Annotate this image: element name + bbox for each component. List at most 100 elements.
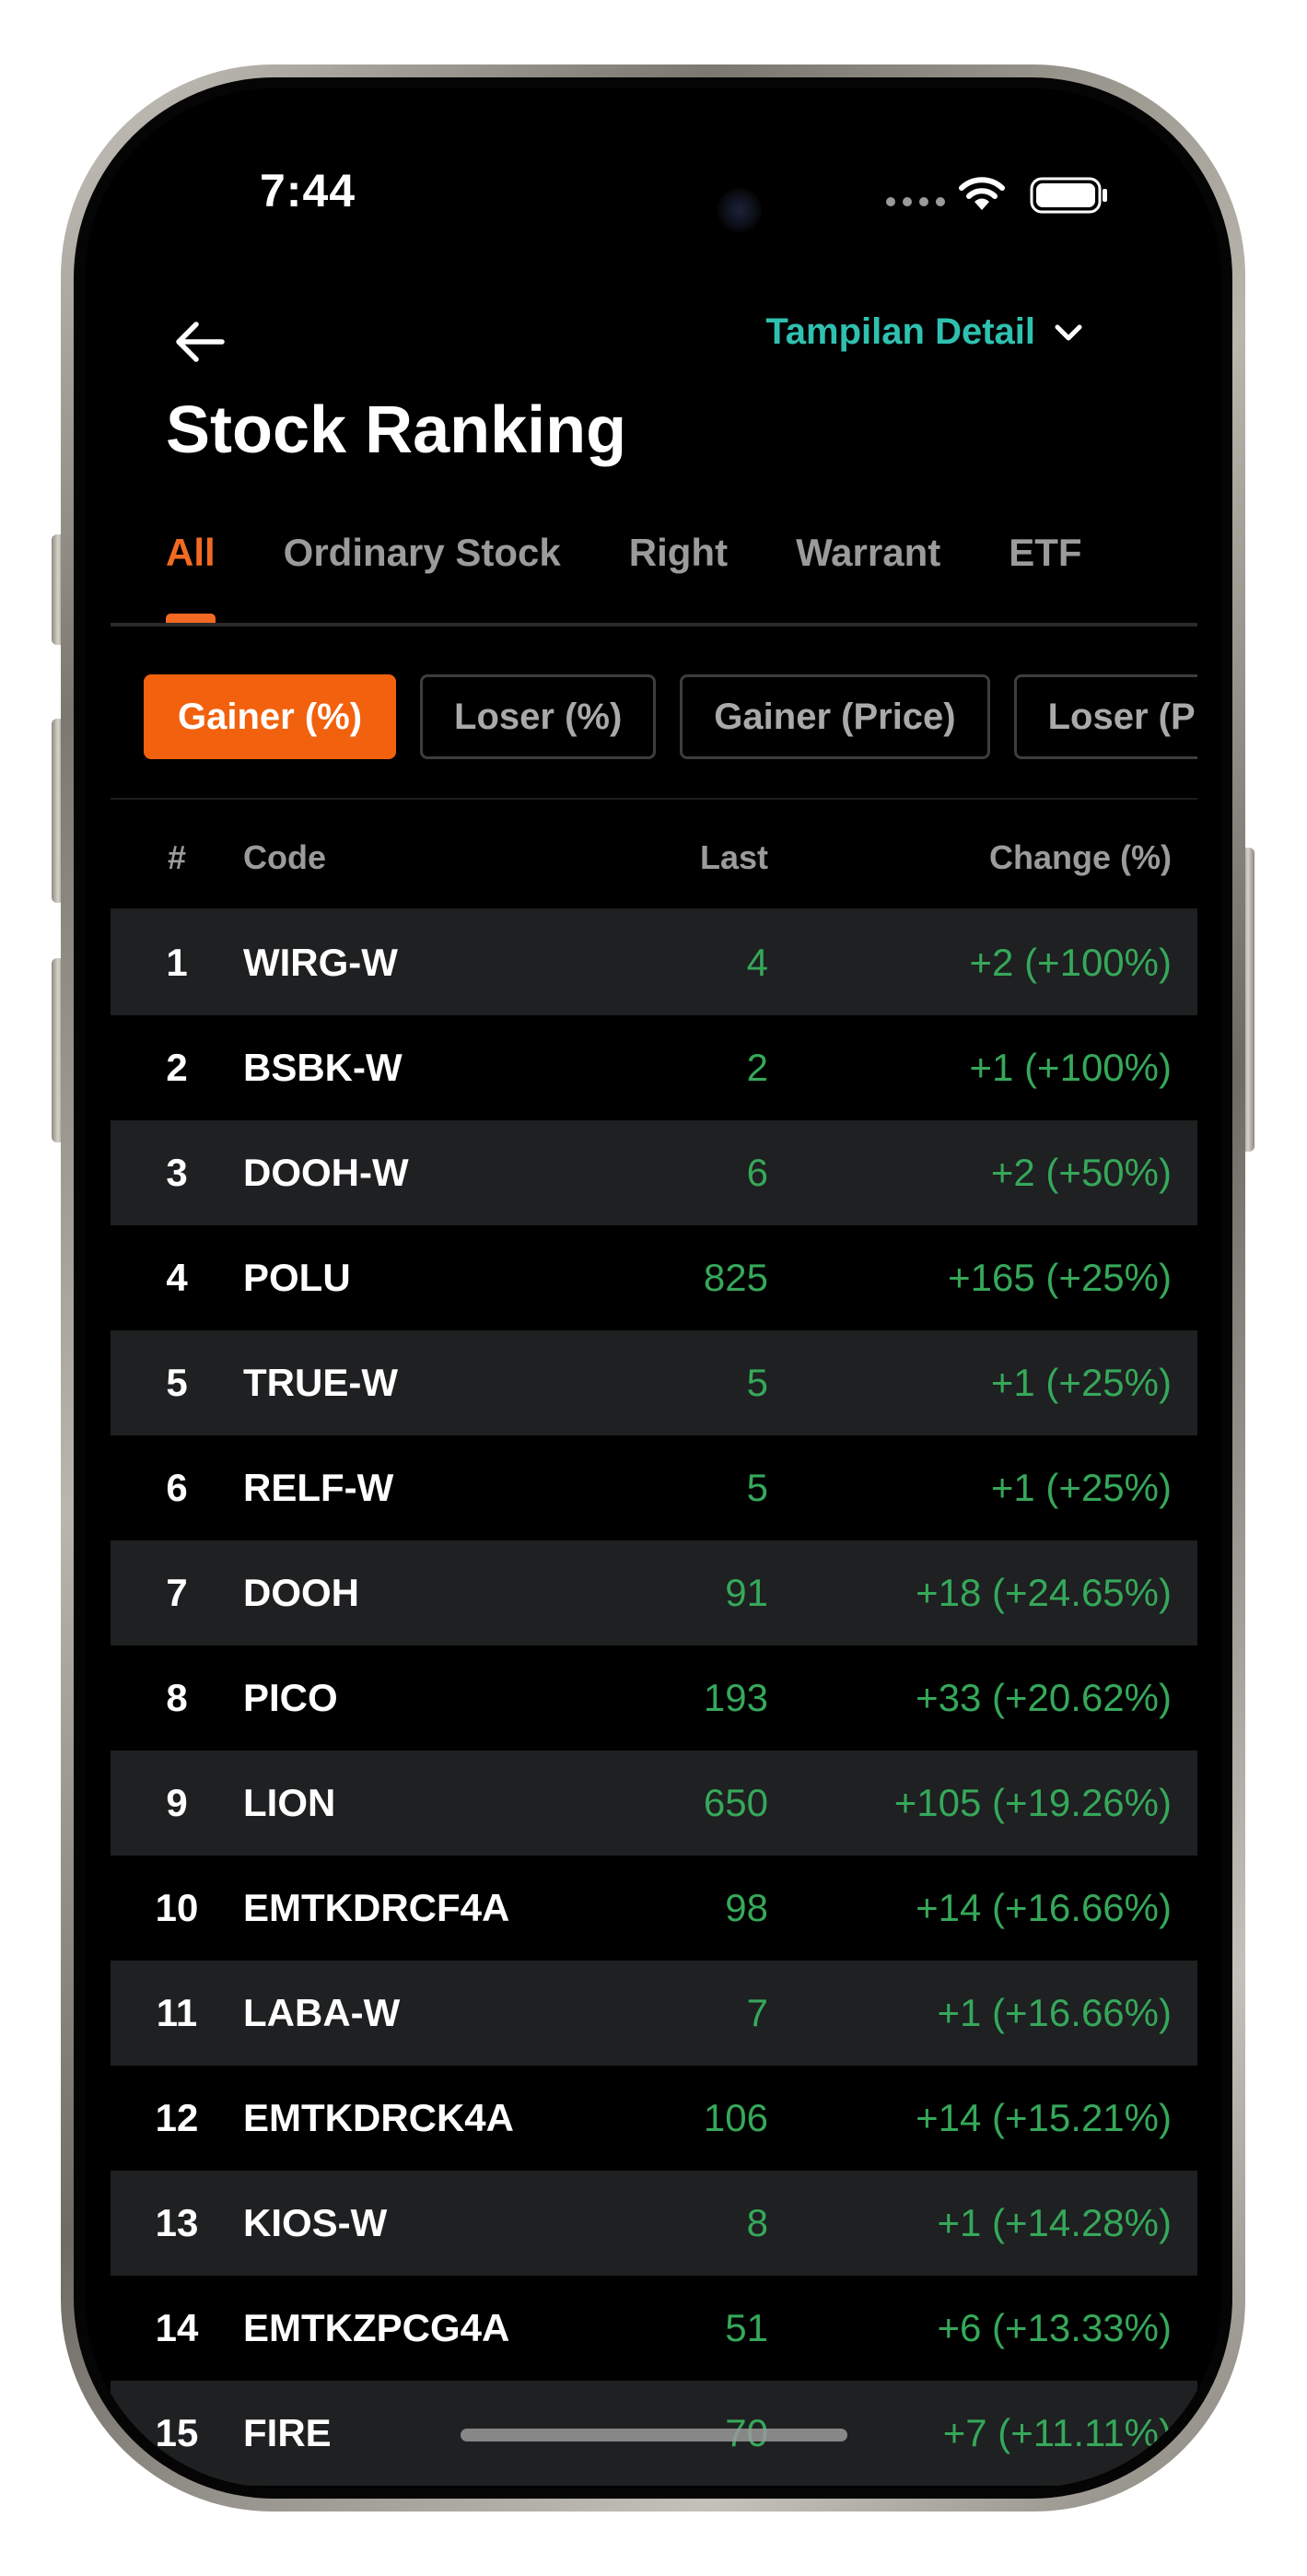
code-cell: LABA-W xyxy=(243,1991,401,2034)
rank-cell: 9 xyxy=(166,1781,188,1824)
tabs-divider xyxy=(111,623,1197,626)
tab-etf[interactable]: ETF xyxy=(1009,531,1081,575)
table-row[interactable]: 3 DOOH-W 6 +2 (+50%) xyxy=(111,1120,1197,1225)
code-cell: DOOH xyxy=(243,1571,359,1614)
rank-cell: 1 xyxy=(166,941,188,984)
change-cell: +2 (+50%) xyxy=(990,1151,1172,1194)
battery-icon xyxy=(1030,177,1107,214)
code-cell: BSBK-W xyxy=(243,1046,403,1089)
change-cell: +165 (+25%) xyxy=(948,1256,1172,1299)
col-last-header[interactable]: Last xyxy=(584,838,768,877)
last-price-cell: 2 xyxy=(746,1046,768,1089)
code-cell: LION xyxy=(243,1781,336,1824)
change-cell: +14 (+16.66%) xyxy=(916,1886,1172,1929)
change-cell: +6 (+13.33%) xyxy=(937,2306,1172,2349)
last-price-cell: 98 xyxy=(725,1886,768,1929)
table-row[interactable]: 8 PICO 193 +33 (+20.62%) xyxy=(111,1645,1197,1751)
ranking-filter-chips: Gainer (%) Loser (%) Gainer (Price) Lose… xyxy=(144,674,1197,759)
filter-loser-percent[interactable]: Loser (%) xyxy=(420,674,657,759)
change-cell: +105 (+19.26%) xyxy=(893,1781,1172,1824)
code-cell: RELF-W xyxy=(243,1466,394,1509)
change-cell: +1 (+25%) xyxy=(990,1361,1172,1404)
arrow-left-icon xyxy=(176,322,225,362)
tab-right[interactable]: Right xyxy=(629,531,728,575)
table-row[interactable]: 10 EMTKDRCF4A 98 +14 (+16.66%) xyxy=(111,1856,1197,1961)
table-row[interactable]: 2 BSBK-W 2 +1 (+100%) xyxy=(111,1015,1197,1120)
table-row[interactable]: 6 RELF-W 5 +1 (+25%) xyxy=(111,1435,1197,1540)
table-row[interactable]: 7 DOOH 91 +18 (+24.65%) xyxy=(111,1540,1197,1645)
status-time: 7:44 xyxy=(260,165,356,217)
ranking-table: # Code Last Change (%) 1 WIRG-W 4 +2 (+100%… xyxy=(111,807,1197,2486)
table-row[interactable]: 1 WIRG-W 4 +2 (+100%) xyxy=(111,910,1197,1015)
view-mode-label: Tampilan Detail xyxy=(765,311,1035,352)
table-row[interactable]: 13 KIOS-W 8 +1 (+14.28%) xyxy=(111,2171,1197,2276)
code-cell: WIRG-W xyxy=(243,941,398,984)
camera-icon xyxy=(718,188,762,232)
code-cell: TRUE-W xyxy=(243,1361,398,1404)
rank-cell: 10 xyxy=(155,1886,199,1929)
change-cell: +18 (+24.65%) xyxy=(916,1571,1172,1614)
rank-cell: 3 xyxy=(166,1151,188,1194)
wifi-icon xyxy=(959,177,1005,210)
change-cell: +14 (+15.21%) xyxy=(916,2096,1172,2139)
tab-ordinary-stock[interactable]: Ordinary Stock xyxy=(284,531,561,575)
last-price-cell: 8 xyxy=(746,2201,768,2244)
filter-loser-price[interactable]: Loser (Price) xyxy=(1013,674,1197,759)
tab-warrant[interactable]: Warrant xyxy=(796,531,940,575)
filter-gainer-price[interactable]: Gainer (Price) xyxy=(680,674,990,759)
filter-gainer-percent[interactable]: Gainer (%) xyxy=(144,674,397,759)
tab-all[interactable]: All xyxy=(166,531,216,623)
table-row[interactable]: 4 POLU 825 +165 (+25%) xyxy=(111,1225,1197,1330)
last-price-cell: 825 xyxy=(703,1256,768,1299)
rank-cell: 11 xyxy=(156,1991,198,2034)
rank-cell: 7 xyxy=(166,1571,188,1614)
table-header: # Code Last Change (%) xyxy=(111,807,1197,910)
table-row[interactable]: 9 LION 650 +105 (+19.26%) xyxy=(111,1751,1197,1856)
last-price-cell: 7 xyxy=(746,1991,768,2034)
code-cell: KIOS-W xyxy=(243,2201,388,2244)
table-row[interactable]: 11 LABA-W 7 +1 (+16.66%) xyxy=(111,1961,1197,2066)
change-cell: +1 (+16.66%) xyxy=(937,1991,1172,2034)
code-cell: PICO xyxy=(243,1676,338,1719)
table-row[interactable]: 5 TRUE-W 5 +1 (+25%) xyxy=(111,1330,1197,1435)
rank-cell: 8 xyxy=(166,1676,188,1719)
code-cell: DOOH-W xyxy=(243,1151,409,1194)
change-cell: +1 (+25%) xyxy=(990,1466,1172,1509)
chips-divider xyxy=(111,798,1197,800)
rank-cell: 5 xyxy=(166,1361,188,1404)
last-price-cell: 650 xyxy=(703,1781,768,1824)
table-row[interactable]: 14 EMTKZPCG4A 51 +6 (+13.33%) xyxy=(111,2276,1197,2381)
col-change-header[interactable]: Change (%) xyxy=(768,838,1172,877)
code-cell: EMTKDRCK4A xyxy=(243,2096,514,2139)
change-cell: +1 (+14.28%) xyxy=(937,2201,1172,2244)
view-mode-dropdown[interactable]: Tampilan Detail xyxy=(765,311,1083,353)
rank-cell: 6 xyxy=(166,1466,188,1509)
page-title: Stock Ranking xyxy=(166,393,627,467)
rank-cell: 2 xyxy=(166,1046,188,1089)
last-price-cell: 6 xyxy=(746,1151,768,1194)
back-button[interactable] xyxy=(158,300,241,383)
col-rank-header: # xyxy=(167,838,187,876)
last-price-cell: 91 xyxy=(725,1571,768,1614)
change-cell: +2 (+100%) xyxy=(969,941,1172,984)
dynamic-island xyxy=(504,166,799,254)
rank-cell: 4 xyxy=(166,1256,188,1299)
code-cell: EMTKZPCG4A xyxy=(243,2306,510,2349)
col-code-header[interactable]: Code xyxy=(243,838,584,877)
rank-cell: 12 xyxy=(155,2096,199,2139)
last-price-cell: 4 xyxy=(746,941,768,984)
chevron-down-icon xyxy=(1055,324,1082,340)
category-tabs: All Ordinary Stock Right Warrant ETF xyxy=(166,531,1082,623)
last-price-cell: 193 xyxy=(703,1676,768,1719)
code-cell: EMTKDRCF4A xyxy=(243,1886,510,1929)
cellular-signal-icon xyxy=(886,197,945,206)
last-price-cell: 106 xyxy=(703,2096,768,2139)
rank-cell: 15 xyxy=(155,2411,199,2454)
change-cell: +33 (+20.62%) xyxy=(916,1676,1172,1719)
change-cell: +1 (+100%) xyxy=(969,1046,1172,1089)
home-indicator[interactable] xyxy=(461,2429,847,2441)
table-row[interactable]: 12 EMTKDRCK4A 106 +14 (+15.21%) xyxy=(111,2066,1197,2171)
last-price-cell: 5 xyxy=(746,1466,768,1509)
phone-screen: 7:44 Tampilan Detail Stock Ranking All O… xyxy=(85,88,1221,2488)
table-body: 1 WIRG-W 4 +2 (+100%) 2 BSBK-W 2 +1 (+100%) 3 DOO… xyxy=(111,910,1197,2486)
